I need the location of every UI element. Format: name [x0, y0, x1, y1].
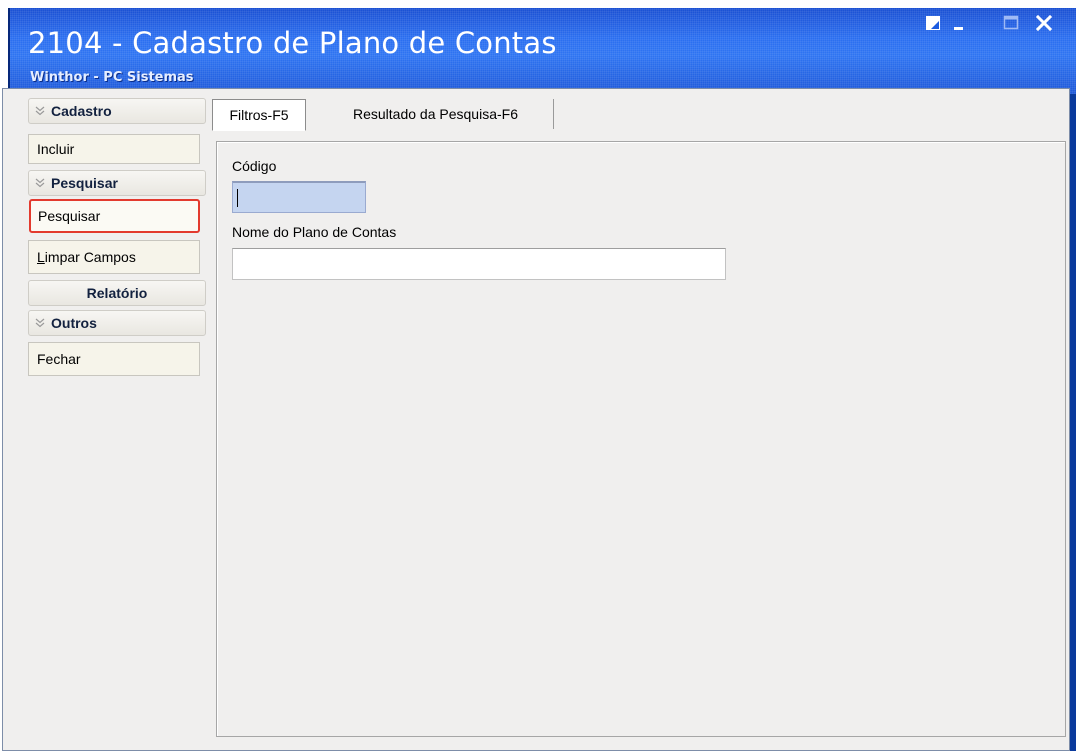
group-label-pesquisar: Pesquisar — [51, 175, 118, 191]
sidebar-item-incluir[interactable]: Incluir — [28, 134, 200, 164]
restore-icon[interactable] — [922, 12, 944, 34]
nome-plano-contas-label: Nome do Plano de Contas — [232, 224, 397, 240]
group-label-outros: Outros — [51, 315, 97, 331]
chevron-double-down-icon — [29, 178, 51, 188]
sidebar-item-label: Fechar — [37, 351, 81, 367]
tab-label: Resultado da Pesquisa-F6 — [353, 106, 518, 122]
minimize-icon[interactable] — [948, 12, 970, 34]
group-label-cadastro: Cadastro — [51, 103, 112, 119]
sidebar-item-label: Incluir — [37, 141, 75, 157]
group-header-cadastro[interactable]: Cadastro — [28, 98, 206, 124]
text-caret — [237, 189, 238, 207]
codigo-input[interactable] — [232, 181, 366, 213]
tab-filtros[interactable]: Filtros-F5 — [212, 99, 306, 131]
nome-plano-contas-input[interactable] — [232, 248, 726, 280]
group-header-outros[interactable]: Outros — [28, 310, 206, 336]
sidebar-item-fechar[interactable]: Fechar — [28, 342, 200, 376]
tab-label: Filtros-F5 — [229, 107, 289, 123]
sidebar-item-label: Limpar Campos — [37, 249, 136, 265]
close-icon[interactable] — [1033, 12, 1055, 34]
chevron-double-down-icon — [29, 106, 51, 116]
sidebar-item-limpar-campos[interactable]: Limpar Campos — [28, 240, 200, 274]
title-bar[interactable]: 2104 - Cadastro de Plano de Contas Winth… — [10, 8, 1076, 94]
maximize-icon[interactable] — [1000, 12, 1022, 34]
group-header-pesquisar[interactable]: Pesquisar — [28, 170, 206, 196]
window-title: 2104 - Cadastro de Plano de Contas — [28, 26, 557, 60]
group-label-relatorio: Relatório — [86, 285, 148, 301]
window-subtitle: Winthor - PC Sistemas — [30, 70, 194, 85]
chevron-double-down-icon — [29, 318, 51, 328]
tab-resultado-da-pesquisa[interactable]: Resultado da Pesquisa-F6 — [318, 99, 554, 129]
group-header-relatorio[interactable]: Relatório — [28, 280, 206, 306]
codigo-label: Código — [232, 158, 277, 174]
sidebar-item-label: Pesquisar — [38, 208, 101, 224]
sidebar-item-pesquisar[interactable]: Pesquisar — [29, 199, 200, 233]
